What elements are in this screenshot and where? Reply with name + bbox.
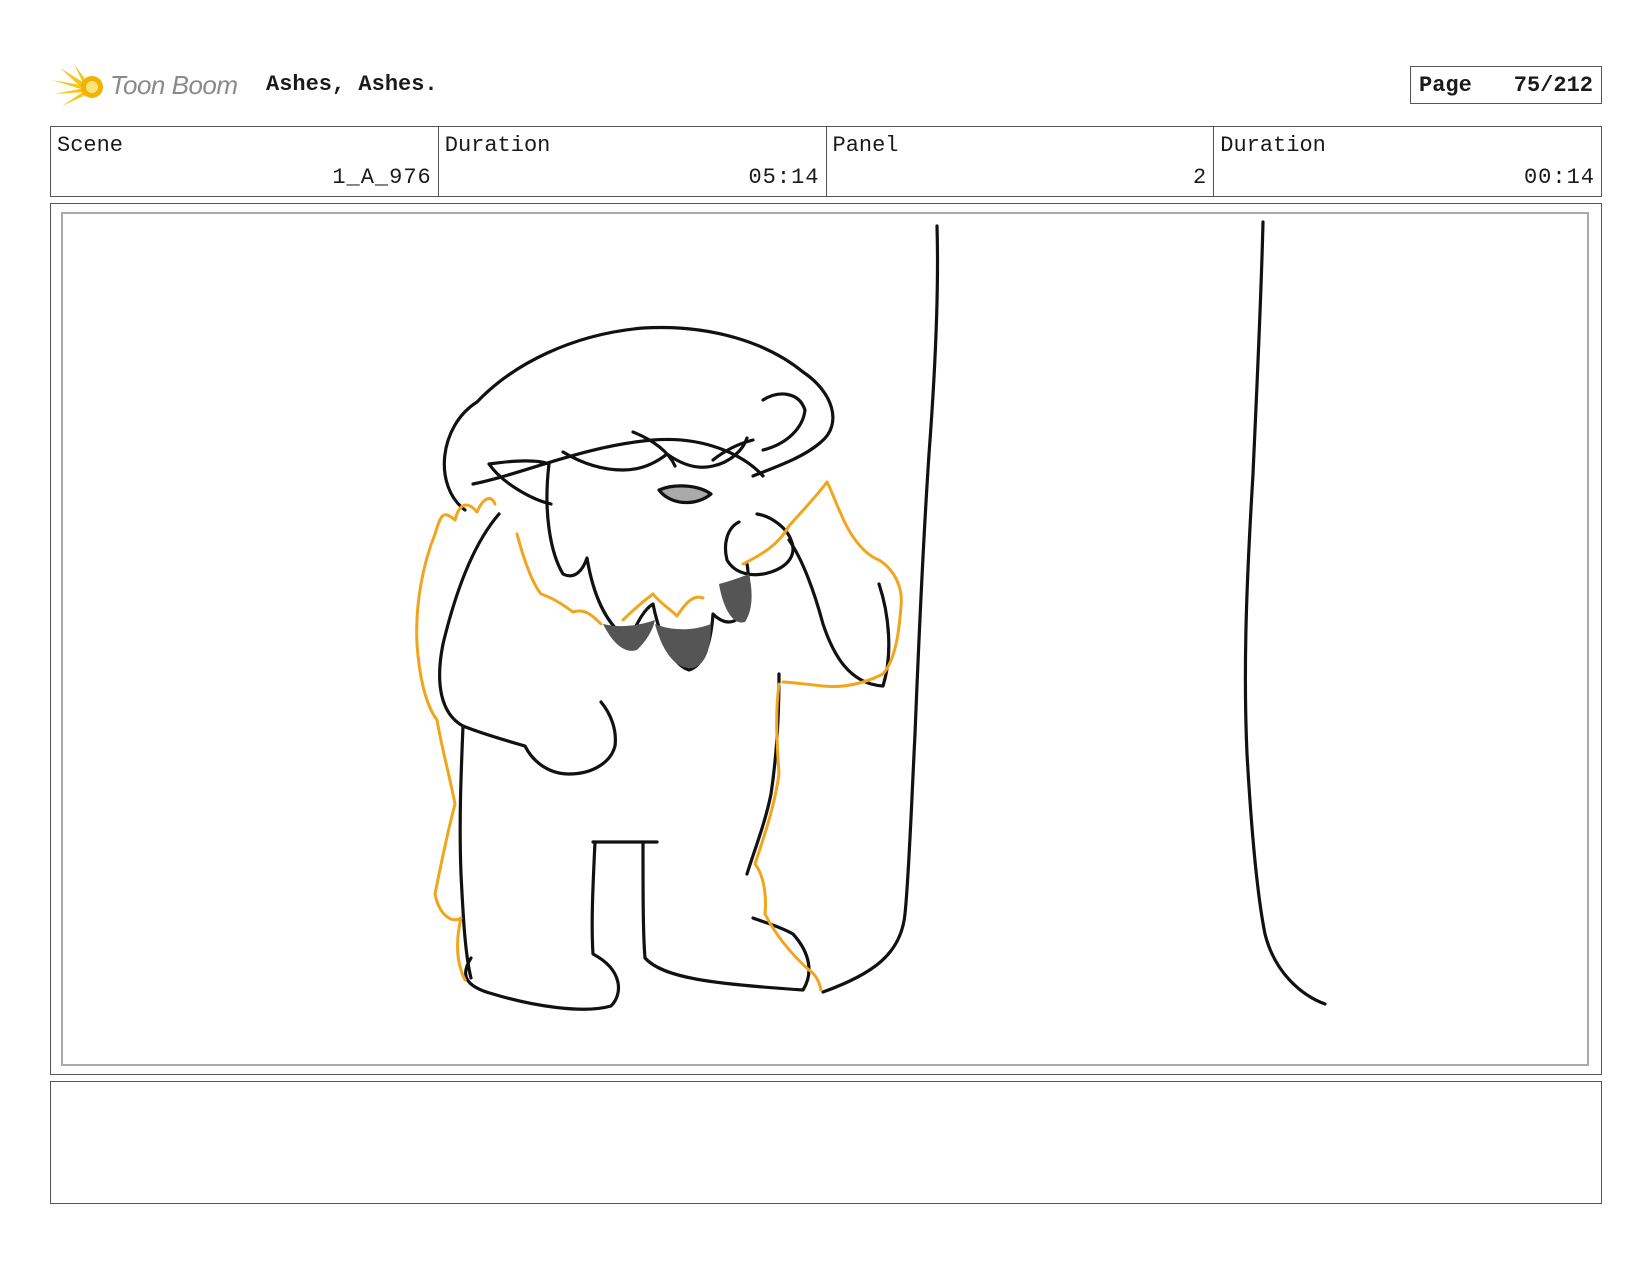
mouth <box>657 484 713 505</box>
project-title: Ashes, Ashes. <box>266 72 438 97</box>
logo-wordmark: Toon Boom <box>110 70 238 100</box>
leg-right <box>641 840 811 992</box>
ear-left <box>487 459 553 506</box>
arm-right <box>787 538 891 688</box>
scene-label: Scene <box>57 133 124 158</box>
mushroom-hat <box>442 325 835 512</box>
panel-value: 2 <box>1193 165 1208 190</box>
scene-value: 1_A_976 <box>332 165 432 190</box>
page-number: 75/212 <box>1513 72 1593 98</box>
body-left <box>438 512 501 728</box>
leg-left <box>464 840 620 1011</box>
panel-label: Panel <box>832 133 899 158</box>
arm-left <box>461 700 617 776</box>
panel-duration-cell: Duration 00:14 <box>1214 127 1601 196</box>
toon-boom-logo: Toon Boom <box>52 62 252 110</box>
storyboard-header: Toon Boom Ashes, Ashes. Page 75/212 <box>50 58 1602 112</box>
tree-trunk-right <box>1243 220 1327 1006</box>
panel-drawing-area <box>61 212 1589 1066</box>
panel-duration-value: 00:14 <box>1523 165 1595 190</box>
ear-right <box>761 392 807 452</box>
panel-cell: Panel 2 <box>827 127 1215 196</box>
body-bottom-left <box>458 724 473 980</box>
scene-cell: Scene 1_A_976 <box>51 127 439 196</box>
scene-duration-value: 05:14 <box>748 165 820 190</box>
page-indicator: Page 75/212 <box>1410 66 1602 104</box>
scene-info-row: Scene 1_A_976 Duration 05:14 Panel 2 Dur… <box>50 126 1602 197</box>
panel-notes <box>50 1081 1602 1204</box>
starburst-icon <box>52 64 103 106</box>
panel-duration-label: Duration <box>1220 133 1326 158</box>
gnome-sketch <box>415 220 1327 1011</box>
tree-trunk-left <box>821 224 940 994</box>
storyboard-panel <box>50 203 1602 1075</box>
page-label: Page <box>1419 72 1472 98</box>
scene-duration-cell: Duration 05:14 <box>439 127 827 196</box>
scene-duration-label: Duration <box>444 133 551 158</box>
beard <box>545 462 750 672</box>
fist-right <box>723 512 795 577</box>
